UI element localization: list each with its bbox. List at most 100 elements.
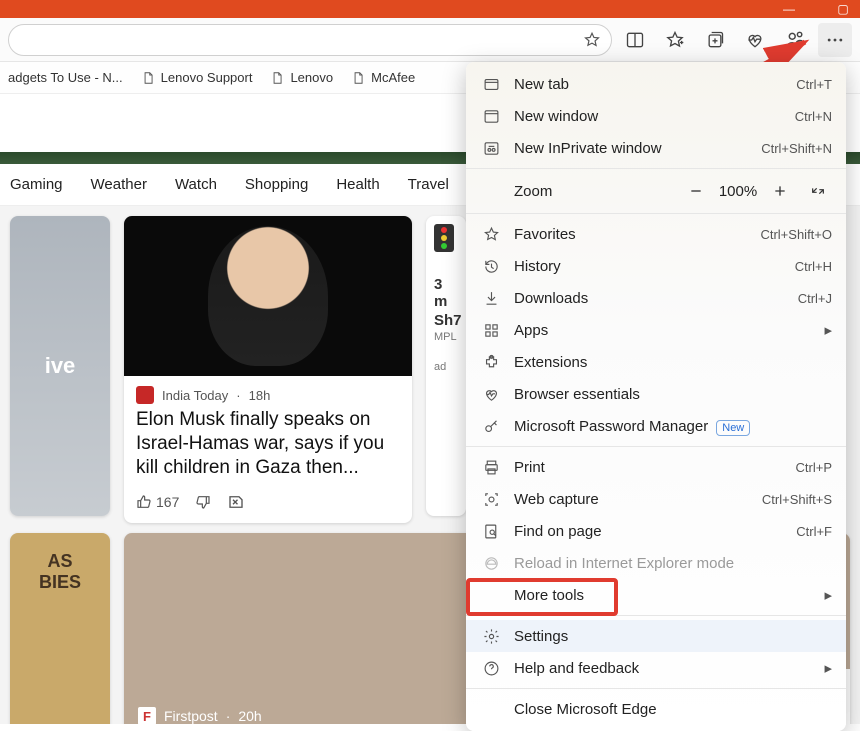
feed-tab[interactable]: Gaming (10, 176, 63, 193)
collections-icon[interactable] (698, 23, 732, 57)
menu-item-web-capture[interactable]: Web capture Ctrl+Shift+S (466, 483, 846, 515)
article-source: Firstpost (164, 708, 218, 724)
menu-item-new-tab[interactable]: New tab Ctrl+T (466, 68, 846, 100)
new-badge: New (716, 420, 750, 436)
menu-item-history[interactable]: History Ctrl+H (466, 250, 846, 282)
menu-label: More tools (514, 587, 824, 604)
menu-item-find[interactable]: Find on page Ctrl+F (466, 515, 846, 547)
menu-shortcut: Ctrl+J (798, 291, 832, 306)
feed-card-partial-left[interactable]: ive (10, 216, 110, 516)
menu-item-extensions[interactable]: Extensions (466, 346, 846, 378)
help-icon (480, 660, 502, 677)
menu-item-new-inprivate[interactable]: New InPrivate window Ctrl+Shift+N (466, 132, 846, 164)
capture-icon (480, 491, 502, 508)
menu-item-ie-mode: Reload in Internet Explorer mode (466, 547, 846, 579)
card-title-fragment: 3 m (434, 276, 458, 310)
menu-item-favorites[interactable]: Favorites Ctrl+Shift+O (466, 218, 846, 250)
apps-icon (480, 322, 502, 339)
menu-label: Print (514, 459, 796, 476)
window-minimize-button[interactable]: — (782, 2, 796, 16)
menu-separator (466, 688, 846, 689)
menu-separator (466, 615, 846, 616)
menu-shortcut: Ctrl+Shift+S (762, 492, 832, 507)
bookmark-item[interactable]: Lenovo (270, 70, 333, 85)
card-title-fragment: Sh7 (434, 312, 458, 329)
menu-shortcut: Ctrl+Shift+N (761, 141, 832, 156)
card-text-fragment: ive (45, 353, 76, 379)
feed-card-partial-right[interactable]: 3 m Sh7 MPL ad (426, 216, 466, 516)
menu-label: Settings (514, 628, 832, 645)
like-button[interactable]: 167 (136, 494, 179, 510)
bookmark-item[interactable]: Lenovo Support (141, 70, 253, 85)
hide-button[interactable] (227, 493, 245, 511)
menu-item-apps[interactable]: Apps ▸ (466, 314, 846, 346)
zoom-value: 100% (710, 183, 766, 200)
source-badge-icon (136, 386, 154, 404)
menu-item-passwords[interactable]: Microsoft Password ManagerNew (466, 410, 846, 442)
menu-label: Browser essentials (514, 386, 832, 403)
menu-shortcut: Ctrl+T (796, 77, 832, 92)
menu-label: New tab (514, 76, 796, 93)
menu-item-essentials[interactable]: Browser essentials (466, 378, 846, 410)
feed-tab[interactable]: Watch (175, 176, 217, 193)
profile-icon[interactable] (778, 23, 812, 57)
menu-label: Downloads (514, 290, 798, 307)
article-headline: Elon Musk finally speaks on Israel-Hamas… (124, 408, 412, 487)
menu-separator (466, 446, 846, 447)
menu-item-more-tools[interactable]: More tools ▸ (466, 579, 846, 611)
menu-separator (466, 213, 846, 214)
page-icon (141, 71, 155, 85)
browser-essentials-toolbar-icon[interactable] (738, 23, 772, 57)
feed-tab[interactable]: Health (336, 176, 379, 193)
bookmark-item[interactable]: McAfee (351, 70, 415, 85)
favorite-star-icon[interactable] (583, 31, 601, 49)
bookmark-item[interactable]: adgets To Use - N... (8, 70, 123, 85)
zoom-label: Zoom (480, 183, 514, 200)
print-icon (480, 459, 502, 476)
favorites-toolbar-icon[interactable] (658, 23, 692, 57)
feed-tab[interactable]: Travel (408, 176, 449, 193)
menu-label: Close Microsoft Edge (514, 701, 832, 718)
feed-tab[interactable]: Shopping (245, 176, 308, 193)
menu-label: Favorites (514, 226, 760, 243)
window-maximize-button[interactable]: ▢ (836, 2, 850, 16)
menu-label: New InPrivate window (514, 140, 761, 157)
article-meta: India Today · 18h (124, 376, 412, 408)
feed-tab[interactable]: Weather (91, 176, 147, 193)
like-count: 167 (156, 494, 179, 510)
feed-card-article[interactable]: India Today · 18h Elon Musk finally spea… (124, 216, 412, 523)
menu-item-downloads[interactable]: Downloads Ctrl+J (466, 282, 846, 314)
dislike-button[interactable] (195, 494, 211, 510)
menu-item-close-edge[interactable]: Close Microsoft Edge (466, 693, 846, 725)
find-icon (480, 523, 502, 540)
tile-text-fragment: AS (47, 551, 72, 572)
menu-zoom-row: Zoom 100% (466, 173, 846, 209)
feed-tile-partial-left[interactable]: AS BIES (10, 533, 110, 724)
more-menu-button[interactable] (818, 23, 852, 57)
split-screen-icon[interactable] (618, 23, 652, 57)
menu-item-new-window[interactable]: New window Ctrl+N (466, 100, 846, 132)
new-tab-icon (480, 76, 502, 93)
star-icon (480, 226, 502, 243)
address-bar[interactable] (8, 24, 612, 56)
menu-label: Extensions (514, 354, 832, 371)
menu-shortcut: Ctrl+P (796, 460, 832, 475)
zoom-out-button[interactable] (682, 177, 710, 205)
menu-label: New window (514, 108, 795, 125)
article-actions: 167 (124, 487, 412, 523)
menu-item-help[interactable]: Help and feedback ▸ (466, 652, 846, 684)
zoom-in-button[interactable] (766, 177, 794, 205)
fullscreen-button[interactable] (804, 177, 832, 205)
heart-pulse-icon (480, 386, 502, 403)
ie-icon (480, 555, 502, 572)
menu-label: Help and feedback (514, 660, 824, 677)
traffic-light-icon (434, 224, 454, 252)
chevron-right-icon: ▸ (824, 586, 832, 604)
menu-shortcut: Ctrl+F (796, 524, 832, 539)
gear-icon (480, 628, 502, 645)
menu-item-print[interactable]: Print Ctrl+P (466, 451, 846, 483)
window-title-bar: — ▢ (0, 0, 860, 18)
new-window-icon (480, 108, 502, 125)
menu-item-settings[interactable]: Settings (466, 620, 846, 652)
ad-label: ad (434, 361, 458, 373)
